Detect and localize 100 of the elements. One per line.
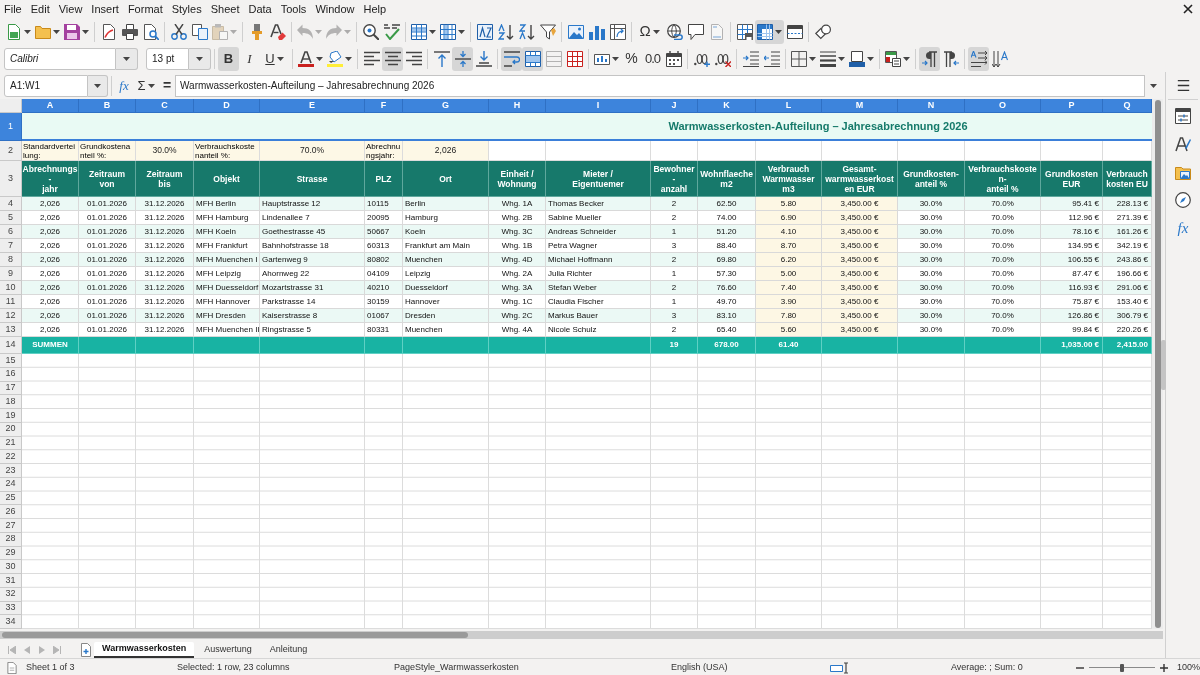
row-header[interactable]: 18: [0, 395, 22, 409]
column-header[interactable]: P: [1041, 99, 1103, 113]
row-header[interactable]: 1: [0, 113, 22, 141]
menu-item[interactable]: Format: [127, 0, 163, 18]
menu-item[interactable]: Sheet: [210, 0, 240, 18]
font-size-field[interactable]: 13 pt: [146, 47, 189, 70]
table-cell: 1: [651, 295, 698, 309]
column-header[interactable]: D: [194, 99, 260, 113]
caret-icon: [429, 29, 436, 34]
underline-button[interactable]: U: [260, 46, 289, 71]
close-button[interactable]: [1182, 3, 1194, 15]
column-header[interactable]: I: [546, 99, 651, 113]
table-cell: 49.70: [698, 295, 756, 309]
row-header[interactable]: 4: [0, 197, 22, 211]
functions-button[interactable]: fx: [1169, 214, 1197, 242]
italic-button[interactable]: I: [239, 46, 260, 71]
table-cell: 220.26 €: [1103, 323, 1152, 337]
zoom-in-button[interactable]: [1159, 661, 1169, 674]
scrollbar-thumb[interactable]: [2, 632, 468, 638]
row-header[interactable]: 12: [0, 309, 22, 323]
row-header[interactable]: 14: [0, 337, 22, 354]
bold-button[interactable]: B: [218, 46, 239, 71]
function-wizard-button[interactable]: fx: [115, 74, 133, 97]
percent-format-button[interactable]: %: [621, 46, 642, 71]
column-header[interactable]: C: [136, 99, 194, 113]
column-header[interactable]: G: [403, 99, 489, 113]
row-header[interactable]: 7: [0, 239, 22, 253]
zoom-level[interactable]: 100%: [1177, 660, 1200, 675]
row-header[interactable]: 31: [0, 574, 22, 588]
row-header[interactable]: 11: [0, 295, 22, 309]
merge-and-center-button[interactable]: [522, 46, 543, 71]
row-header[interactable]: 22: [0, 450, 22, 464]
wrap-text-button[interactable]: [501, 46, 522, 71]
sum-button[interactable]: Σ: [133, 74, 159, 97]
column-header[interactable]: Q: [1103, 99, 1152, 113]
row-header[interactable]: 19: [0, 409, 22, 423]
menu-item[interactable]: Edit: [30, 0, 50, 18]
column-header[interactable]: N: [898, 99, 965, 113]
font-name-dropdown[interactable]: [116, 47, 138, 70]
arrow-right-icon: [37, 645, 46, 654]
column-header[interactable]: K: [698, 99, 756, 113]
row-header[interactable]: 10: [0, 281, 22, 295]
row-header[interactable]: 27: [0, 519, 22, 533]
table-cell: 31.12.2026: [136, 197, 194, 211]
menu-item[interactable]: View: [58, 0, 83, 18]
zoom-slider[interactable]: [1089, 662, 1155, 673]
column-header[interactable]: F: [365, 99, 403, 113]
sheet-tab[interactable]: Anleitung: [261, 641, 316, 658]
row-header[interactable]: 3: [0, 161, 22, 197]
row-header[interactable]: 8: [0, 253, 22, 267]
row-header[interactable]: 5: [0, 211, 22, 225]
zoom-slider-thumb[interactable]: [1120, 663, 1124, 672]
add-sheet-button[interactable]: [80, 642, 92, 657]
column-header[interactable]: B: [79, 99, 136, 113]
align-middle-button[interactable]: [452, 46, 473, 71]
menu-item[interactable]: File: [4, 0, 22, 18]
column-header[interactable]: M: [822, 99, 898, 113]
row-header[interactable]: 15: [0, 354, 22, 368]
menu-item[interactable]: Help: [363, 0, 387, 18]
sidebar-grip[interactable]: [1161, 340, 1166, 390]
left-to-right-button[interactable]: [919, 46, 940, 71]
column-header[interactable]: O: [965, 99, 1041, 113]
column-header[interactable]: H: [489, 99, 546, 113]
menu-item[interactable]: Window: [315, 0, 355, 18]
row-header[interactable]: 26: [0, 505, 22, 519]
menu-item[interactable]: Styles: [171, 0, 202, 18]
table-cell: 5.00: [756, 267, 822, 281]
horizontal-scrollbar[interactable]: [0, 631, 1163, 639]
font-name-field[interactable]: Calibri: [4, 47, 116, 70]
table-cell: 30.0%: [898, 239, 965, 253]
align-center-button[interactable]: [382, 46, 403, 71]
column-header[interactable]: J: [651, 99, 698, 113]
table-cell: 3,450.00 €: [822, 295, 898, 309]
row-header[interactable]: 23: [0, 464, 22, 478]
row-header[interactable]: 13: [0, 323, 22, 337]
text-horizontal-button[interactable]: [968, 46, 989, 71]
freeze-rows-columns-button[interactable]: [755, 19, 784, 44]
column-header[interactable]: L: [756, 99, 822, 113]
table-cell: Whg. 3A: [489, 281, 546, 295]
menu-item[interactable]: Insert: [91, 0, 119, 18]
menu-item[interactable]: Tools: [280, 0, 307, 18]
row-header[interactable]: 2: [0, 141, 22, 161]
special-character-button[interactable]: Ω: [635, 19, 664, 44]
standard-format-button[interactable]: 0.0: [642, 46, 663, 71]
table-cell: 31.12.2026: [136, 225, 194, 239]
sheet-tab[interactable]: Auswertung: [196, 641, 260, 658]
formula-input[interactable]: Warmwasserkosten-Aufteilung – Jahresabrechnung 2026: [175, 74, 1145, 97]
column-header[interactable]: A: [22, 99, 79, 113]
row-header[interactable]: 30: [0, 560, 22, 574]
menu-item[interactable]: Data: [248, 0, 272, 18]
name-box-dropdown[interactable]: [88, 74, 108, 97]
column-header[interactable]: E: [260, 99, 365, 113]
sheet-tab[interactable]: Warmwasserkosten: [94, 641, 195, 658]
formula-button[interactable]: =: [159, 74, 175, 97]
row-header[interactable]: 6: [0, 225, 22, 239]
name-box[interactable]: A1:W1: [4, 74, 88, 97]
table-cell: 5.80: [756, 197, 822, 211]
row-header[interactable]: 34: [0, 615, 22, 629]
font-size-dropdown[interactable]: [189, 47, 211, 70]
row-header[interactable]: 9: [0, 267, 22, 281]
